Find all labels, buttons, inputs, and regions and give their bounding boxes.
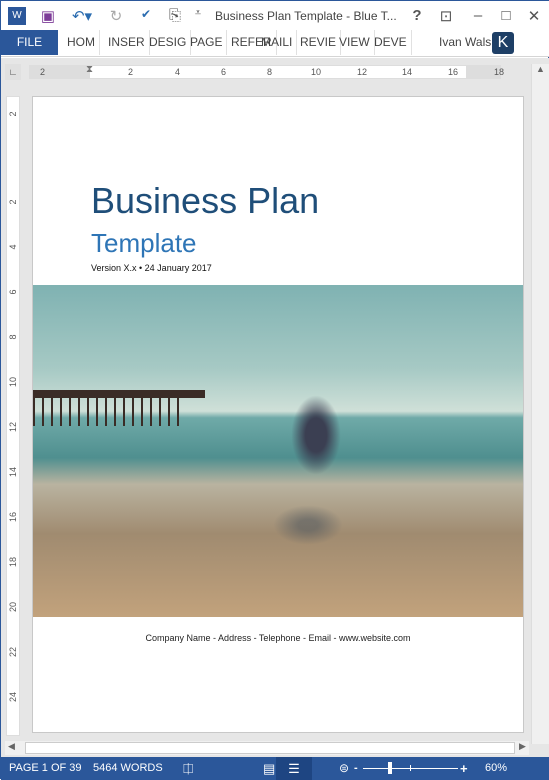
ruler-number: 6 — [221, 67, 227, 77]
tab-file[interactable]: FILE — [1, 30, 58, 55]
customize-icon[interactable]: ⩡ — [191, 7, 205, 25]
ruler-number: 16 — [448, 67, 459, 77]
word-count[interactable]: 5464 WORDS — [93, 757, 163, 780]
ruler-number: 4 — [175, 67, 181, 77]
redo-icon[interactable]: ↻ — [107, 7, 125, 25]
web-layout-icon[interactable]: ⊜ — [339, 757, 349, 780]
ruler-number: 10 — [8, 377, 18, 388]
tab-insert[interactable]: INSER — [104, 30, 150, 55]
print-layout-icon[interactable]: ☰ — [276, 757, 312, 780]
ribbon-tabs: FILE HOM INSER DESIG PAGE REFER MAILI RE… — [1, 30, 549, 57]
ruler-number: 24 — [8, 692, 18, 703]
undo-icon[interactable]: ↶▾ — [67, 7, 97, 25]
spelling-icon[interactable]: ✔ — [135, 7, 157, 25]
zoom-in-button[interactable]: + — [460, 757, 468, 780]
ruler-number: 18 — [494, 67, 505, 77]
ruler-number: 12 — [357, 67, 368, 77]
scroll-left-icon[interactable]: ◀ — [8, 741, 15, 752]
cover-photo — [33, 285, 523, 617]
status-bar: PAGE 1 OF 39 5464 WORDS ⎅ ▤ ☰ ⊜ - + 60% — [1, 757, 549, 780]
close-icon[interactable]: ✕ — [525, 7, 543, 25]
ruler-number: 14 — [8, 467, 18, 478]
avatar[interactable]: K — [492, 32, 514, 54]
ruler-number: 20 — [8, 602, 18, 613]
vertical-ruler[interactable]: 2 2 4 6 8 10 12 14 16 18 20 22 24 — [6, 96, 20, 736]
ruler-number: 4 — [8, 244, 18, 250]
word-icon: W — [8, 7, 26, 25]
window-title: Business Plan Template - Blue T... — [215, 9, 397, 23]
help-icon[interactable]: ? — [409, 7, 425, 25]
tab-view[interactable]: VIEW — [335, 30, 375, 55]
proofing-icon[interactable]: ⎅ — [183, 757, 193, 780]
zoom-out-button[interactable]: - — [354, 757, 358, 780]
ruler-number: 22 — [8, 647, 18, 658]
zoom-slider-thumb[interactable] — [388, 762, 392, 774]
document-page[interactable]: Business Plan Template Version X.x • 24 … — [32, 96, 524, 733]
scroll-up-icon[interactable]: ▲ — [532, 64, 549, 74]
pier — [33, 390, 205, 398]
tab-developer[interactable]: DEVE — [370, 30, 412, 55]
tab-mailings[interactable]: MAILI — [257, 30, 298, 55]
ruler-number: 18 — [8, 557, 18, 568]
user-name: Ivan Walsh — [439, 35, 498, 49]
page-count[interactable]: PAGE 1 OF 39 — [9, 757, 82, 780]
version-line: Version X.x • 24 January 2017 — [91, 263, 212, 273]
ruler-number: 2 — [40, 67, 46, 77]
scroll-right-icon[interactable]: ▶ — [519, 741, 526, 752]
document-title: Business Plan — [91, 180, 320, 221]
child-figure — [291, 395, 341, 475]
cover-footer: Company Name - Address - Telephone - Ema… — [145, 633, 411, 643]
touch-mode-icon[interactable]: ⎘ — [165, 7, 185, 25]
ruler-number: 14 — [402, 67, 413, 77]
ruler-number: 6 — [8, 289, 18, 295]
save-icon[interactable]: ▣ — [39, 7, 57, 25]
ruler-number: 10 — [311, 67, 322, 77]
ruler-number: 2 — [128, 67, 134, 77]
indent-marker[interactable]: ⧗ — [86, 64, 93, 75]
scroll-thumb[interactable] — [25, 742, 515, 754]
document-subtitle: Template — [91, 228, 197, 258]
horizontal-ruler[interactable]: 2 ⧗ 2 4 6 8 10 12 14 16 18 — [29, 64, 505, 79]
vertical-scrollbar[interactable]: ▲ — [531, 64, 549, 744]
tab-design[interactable]: DESIG — [145, 30, 192, 55]
ruler-number: 8 — [267, 67, 273, 77]
tab-page-layout[interactable]: PAGE — [186, 30, 228, 55]
horizontal-scrollbar[interactable]: ◀ ▶ — [5, 741, 529, 755]
ruler-number: 2 — [8, 111, 18, 117]
read-mode-icon[interactable]: ▤ — [263, 757, 275, 780]
tab-selector[interactable]: ∟ — [5, 64, 21, 80]
ruler-number: 2 — [8, 199, 18, 205]
zoom-level[interactable]: 60% — [485, 757, 507, 780]
document-workspace: ∟ 2 ⧗ 2 4 6 8 10 12 14 16 18 2 2 4 6 8 1… — [1, 58, 549, 757]
ruler-number: 12 — [8, 422, 18, 433]
maximize-icon[interactable]: □ — [497, 7, 515, 25]
title-bar: W ▣ ↶▾ ↻ ✔ ⎘ ⩡ Business Plan Template - … — [1, 1, 549, 31]
ribbon-display-icon[interactable]: ⊡ — [437, 7, 455, 25]
ruler-number: 8 — [8, 334, 18, 340]
tab-home[interactable]: HOM — [63, 30, 100, 55]
minimize-icon[interactable]: – — [469, 7, 487, 25]
ruler-number: 16 — [8, 512, 18, 523]
